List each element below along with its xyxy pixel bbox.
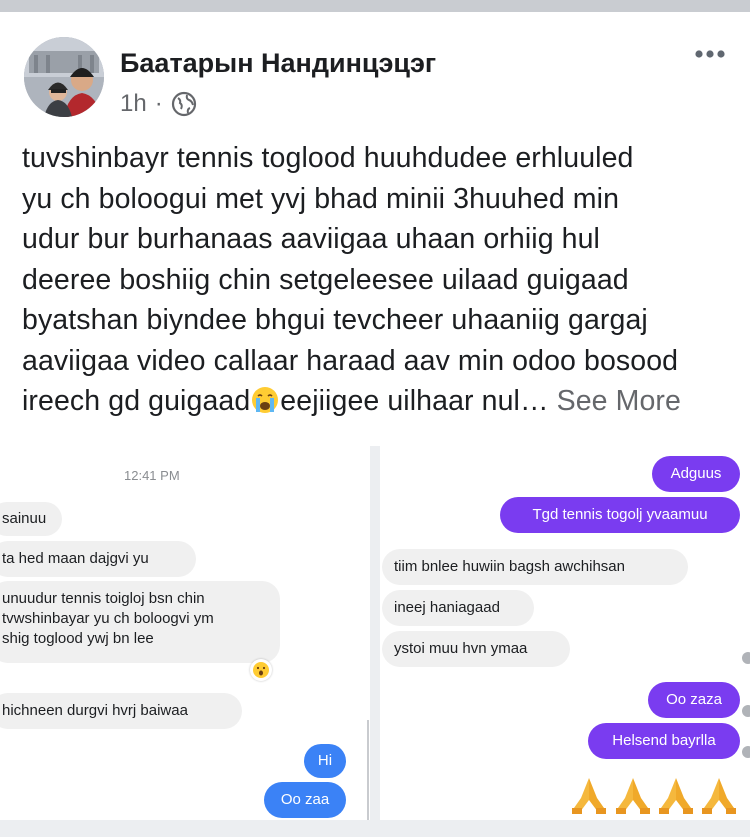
post-time[interactable]: 1h bbox=[120, 90, 147, 118]
message-bubble: ineej haniagaad bbox=[382, 590, 534, 626]
more-dots-icon[interactable] bbox=[692, 44, 728, 64]
post-line-end: eejiigee uilhaar nul… bbox=[280, 385, 549, 417]
post-line: aaviigaa video callaar haraad aav min od… bbox=[22, 344, 679, 377]
folded-hands-emoji bbox=[616, 778, 650, 814]
post-line: byatshan biyndee bhgui tevcheer uhaaniig… bbox=[22, 304, 648, 336]
read-receipt-icon bbox=[742, 652, 750, 664]
post-line: deeree boshiig chin setgeleesee uilaad g… bbox=[22, 263, 629, 296]
folded-hands-emoji bbox=[702, 778, 736, 814]
post-meta: 1h · bbox=[120, 90, 197, 118]
message-bubble-sent: Hi bbox=[304, 744, 346, 778]
message-bubble: ystoi muu hvn ymaa bbox=[382, 631, 570, 667]
post-line: tuvshinbayr tennis toglood huuhdudee erh… bbox=[22, 142, 634, 174]
message-bubble-sent: Oo zaa bbox=[264, 782, 346, 818]
post-last-line: ireech gd guigaad eejiigee uilhaar nul… … bbox=[22, 381, 732, 422]
scrollbar-track bbox=[367, 720, 369, 820]
top-divider bbox=[0, 0, 750, 12]
surprised-face-reaction-icon[interactable] bbox=[250, 659, 272, 681]
message-bubble: tiim bnlee huwiin bagsh awchihsan bbox=[382, 549, 688, 585]
message-bubble: sainuu bbox=[0, 502, 62, 536]
message-line: unuudur tennis toigloj bsn chin bbox=[2, 590, 205, 607]
message-line: shig toglood ywj bn lee bbox=[2, 630, 154, 647]
image-divider bbox=[370, 446, 380, 820]
meta-separator: · bbox=[154, 90, 163, 117]
post-line: yu ch boloogui met yvj bhad minii 3huuhe… bbox=[22, 182, 620, 215]
message-line: tvwshinbayar yu ch boloogvi ym bbox=[2, 610, 214, 627]
folded-hands-emoji bbox=[572, 778, 606, 814]
chat-timestamp: 12:41 PM bbox=[124, 468, 180, 483]
author-name[interactable]: Баатарын Нандинцэцэг bbox=[120, 48, 436, 79]
message-bubble: ta hed maan dajgvi yu bbox=[0, 541, 196, 577]
read-receipt-icon bbox=[742, 705, 750, 717]
message-bubble-sent: Oo zaza bbox=[648, 682, 740, 718]
post-line-start: ireech gd guigaad bbox=[22, 385, 251, 417]
message-bubble-sent: Adguus bbox=[652, 456, 740, 492]
message-bubble: hichneen durgvi hvrj baiwaa bbox=[0, 693, 242, 729]
post-body: tuvshinbayr tennis toglood huuhdudee erh… bbox=[22, 138, 732, 422]
message-bubble-sent: Helsend bayrlla bbox=[588, 723, 740, 759]
message-bubble-sent: Tgd tennis togolj yvaamuu bbox=[500, 497, 740, 533]
see-more-link[interactable]: See More bbox=[557, 385, 681, 417]
author-avatar[interactable] bbox=[24, 37, 104, 117]
bottom-divider bbox=[0, 820, 750, 837]
globe-icon[interactable] bbox=[171, 91, 197, 117]
read-receipt-icon bbox=[742, 746, 750, 758]
post-line: udur bur burhanaas aaviigaa uhaan orhiig… bbox=[22, 223, 600, 255]
message-bubble-multiline: unuudur tennis toigloj bsn chin tvwshinb… bbox=[0, 581, 280, 663]
folded-hands-emoji bbox=[659, 778, 693, 814]
crying-face-emoji bbox=[252, 387, 279, 413]
